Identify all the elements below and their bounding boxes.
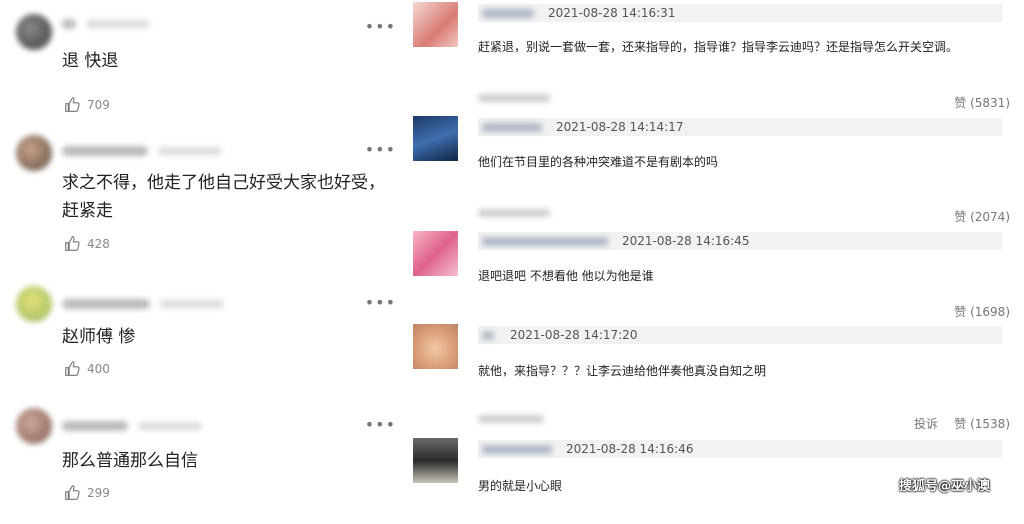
more-dots-icon[interactable]: •••	[365, 19, 396, 35]
more-dots-icon[interactable]: •••	[365, 417, 396, 433]
username-blurred[interactable]	[482, 444, 552, 454]
like-button[interactable]: 299	[64, 484, 110, 501]
like-count: 400	[87, 361, 110, 376]
thumb-up-icon	[65, 97, 80, 112]
like-button[interactable]: 赞 (5831)	[954, 94, 1010, 111]
comment-text: 男的就是小心眼	[478, 479, 563, 493]
comment-text: 退 快退	[62, 51, 119, 71]
avatar[interactable]	[413, 116, 458, 161]
comment-time: 2021-08-28 14:16:45	[622, 234, 750, 248]
comment-header: 2021-08-28 14:16:45	[478, 232, 1002, 250]
username-blurred[interactable]	[62, 294, 224, 314]
comment-header: 2021-08-28 14:14:17	[478, 118, 1002, 136]
avatar[interactable]	[413, 324, 458, 369]
thumb-up-icon	[65, 236, 80, 251]
like-count: 709	[87, 97, 110, 112]
comment-text: 赵师傅 惨	[62, 327, 136, 347]
username-blurred[interactable]	[482, 330, 494, 340]
avatar[interactable]	[413, 2, 458, 47]
avatar[interactable]	[16, 135, 52, 171]
comment-time: 2021-08-28 14:17:20	[510, 328, 638, 342]
like-button[interactable]: 赞 (1698)	[954, 303, 1010, 320]
username-blurred[interactable]	[62, 14, 150, 34]
comment-header: 2021-08-28 14:16:31	[478, 4, 1002, 22]
avatar[interactable]	[16, 286, 52, 322]
username-blurred[interactable]	[482, 8, 534, 18]
comment-header: 2021-08-28 14:16:46	[478, 440, 1002, 458]
comment-time: 2021-08-28 14:16:31	[548, 6, 676, 20]
avatar[interactable]	[413, 231, 458, 276]
report-button[interactable]: 投诉	[914, 415, 938, 432]
avatar[interactable]	[16, 408, 52, 444]
like-button[interactable]: 赞 (1538)	[954, 415, 1010, 432]
comment-text: 赶紧退，别说一套做一套，还来指导的，指导谁？指导李云迪吗？还是指导怎么开关空调。	[478, 40, 959, 54]
comment-time: 2021-08-28 14:14:17	[556, 120, 684, 134]
like-button[interactable]: 709	[64, 96, 110, 113]
avatar[interactable]	[16, 14, 52, 50]
comment-text: 那么普通那么自信	[62, 451, 198, 471]
watermark: 搜狐号@巫小澳	[898, 479, 990, 494]
thumb-up-icon	[65, 361, 80, 376]
username-blurred[interactable]	[62, 416, 202, 436]
comment-time: 2021-08-28 14:16:46	[566, 442, 694, 456]
username-blurred[interactable]	[482, 122, 542, 132]
like-count: 428	[87, 236, 110, 251]
source-blurred	[478, 94, 550, 102]
like-button[interactable]: 赞 (2074)	[954, 208, 1010, 225]
like-button[interactable]: 428	[64, 235, 110, 252]
avatar[interactable]	[413, 438, 458, 483]
more-dots-icon[interactable]: •••	[365, 142, 396, 158]
username-blurred[interactable]	[482, 236, 608, 246]
username-blurred[interactable]	[62, 141, 222, 161]
left-comment-panel: ••• 退 快退 709 ••• 求之不得，他走了他自己好受大家也好受， 赶紧走…	[0, 0, 410, 524]
comment-text: 退吧退吧 不想看他 他以为他是谁	[478, 269, 654, 283]
like-button[interactable]: 400	[64, 360, 110, 377]
like-count: 299	[87, 485, 110, 500]
more-dots-icon[interactable]: •••	[365, 295, 396, 311]
right-comment-panel: 2021-08-28 14:16:31 赶紧退，别说一套做一套，还来指导的，指导…	[410, 0, 1024, 524]
comment-text: 他们在节目里的各种冲突难道不是有剧本的吗	[478, 155, 719, 169]
source-blurred	[478, 209, 550, 217]
thumb-up-icon	[65, 485, 80, 500]
comment-text: 就他，来指导？？？让李云迪给他伴奏他真没自知之明	[478, 364, 767, 378]
comment-header: 2021-08-28 14:17:20	[478, 326, 1002, 344]
source-blurred	[478, 415, 544, 423]
comment-text: 求之不得，他走了他自己好受大家也好受， 赶紧走	[62, 173, 385, 221]
